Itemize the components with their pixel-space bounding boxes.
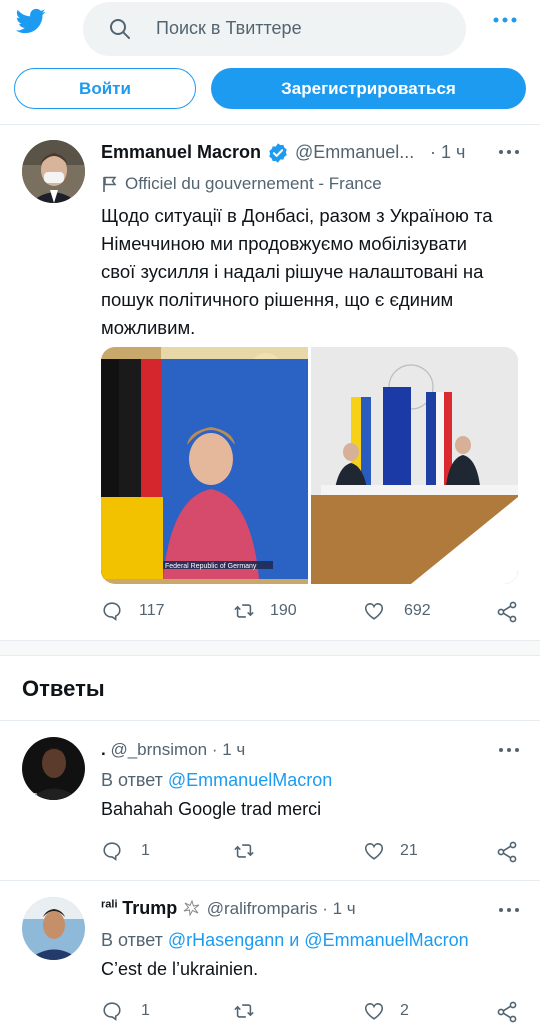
tweet-text-line: Німеччиною ми продовжуємо мобілізувати [101,233,467,254]
avatar[interactable]: NG [22,737,85,800]
reply-handle: @ralifromparis [206,899,318,918]
avatar[interactable] [22,140,85,203]
tweet-text-line: можливим. [101,317,196,338]
search-input[interactable]: Поиск в Твиттере [156,18,302,39]
reply-time: · 1 ч [322,899,356,918]
like-icon [364,843,384,860]
reply-button[interactable]: 117 [101,600,165,622]
tweet-text-line: пошук політичного рішення, що є єдиним [101,289,454,310]
retweet-icon [234,604,254,618]
reply-icon [103,1002,121,1021]
svg-text:NG: NG [26,792,38,800]
in-reply-prefix: В ответ [101,770,163,790]
like-count: 2 [400,1002,409,1019]
login-button[interactable]: Войти [14,68,196,109]
reply-author[interactable]: . @_brnsimon · 1 ч [101,740,245,760]
verified-icon [267,142,289,164]
share-icon [497,1001,517,1023]
reply-more-icon[interactable] [497,740,521,760]
divider [0,880,540,881]
reply-name-prefix: rali [101,898,118,911]
image-caption: Federal Republic of Germany [165,563,257,570]
author-handle[interactable]: @Emmanuel... [295,142,414,163]
retweet-button[interactable] [232,1000,256,1022]
tweet-text-line: Щодо ситуації в Донбасі, разом з Україно… [101,205,493,226]
reply-button[interactable]: 1 [101,840,150,862]
mention-link[interactable]: @rHasengann и @EmmanuelMacron [168,930,469,950]
reply-count: 117 [139,602,165,619]
tweet-more-icon[interactable] [497,142,521,162]
like-button[interactable]: 692 [362,600,431,622]
government-label: Officiel du gouvernement - France [125,174,382,193]
like-button[interactable]: 2 [362,1000,409,1022]
author-name[interactable]: Emmanuel Macron [101,142,261,163]
like-count: 21 [400,842,418,859]
signup-button[interactable]: Зарегистрироваться [211,68,526,109]
tweet-text: Щодо ситуації в Донбасі, разом з Україно… [101,202,521,342]
share-icon [497,841,517,863]
retweet-button[interactable]: 190 [232,600,297,622]
in-reply-to: В ответ @EmmanuelMacron [101,770,332,791]
retweet-icon [234,1004,254,1018]
in-reply-to: В ответ @rHasengann и @EmmanuelMacron [101,930,469,951]
tweet-time[interactable]: · 1 ч [430,142,465,163]
twitter-logo-icon[interactable] [14,6,48,36]
share-icon [497,601,517,623]
sparkle-icon [182,899,202,917]
divider [0,720,540,721]
reply-count: 1 [141,1002,150,1019]
like-count: 692 [404,602,431,619]
tweet-text-line: свої зусилля і надалі рішуче налаштовані… [101,261,484,282]
reply-icon [103,602,121,621]
reply-handle: @_brnsimon [110,740,208,759]
reply-count: 1 [141,842,150,859]
flag-icon [101,175,119,193]
reply-name: Trump [122,898,178,918]
reply-name: . [101,740,106,759]
search-icon [108,17,132,41]
reply-time: · 1 ч [211,740,246,759]
retweet-count: 190 [270,602,297,619]
tweet-photos[interactable]: Federal Republic of Germany [101,347,518,584]
retweet-icon [234,844,254,858]
avatar[interactable] [22,897,85,960]
reply-icon [103,842,121,861]
reply-text: Bahahah Google trad merci [101,799,322,819]
share-button[interactable] [495,1000,519,1024]
header-divider [0,124,540,125]
like-icon [364,603,384,620]
reply-author[interactable]: rali Trump @ralifromparis · 1 ч [101,898,356,919]
share-button[interactable] [495,840,519,864]
in-reply-prefix: В ответ [101,930,163,950]
reply-text: C’est de l’ukrainien. [101,959,259,979]
section-divider [0,640,540,656]
like-icon [364,1003,384,1020]
reply-button[interactable]: 1 [101,1000,150,1022]
tweet-media[interactable]: Federal Republic of Germany [101,347,518,584]
retweet-button[interactable] [232,840,256,862]
share-button[interactable] [495,600,519,624]
reply-more-icon[interactable] [497,900,521,920]
like-button[interactable]: 21 [362,840,418,862]
more-icon[interactable] [490,8,520,32]
mention-link[interactable]: @EmmanuelMacron [168,770,332,790]
replies-heading: Ответы [22,676,105,701]
